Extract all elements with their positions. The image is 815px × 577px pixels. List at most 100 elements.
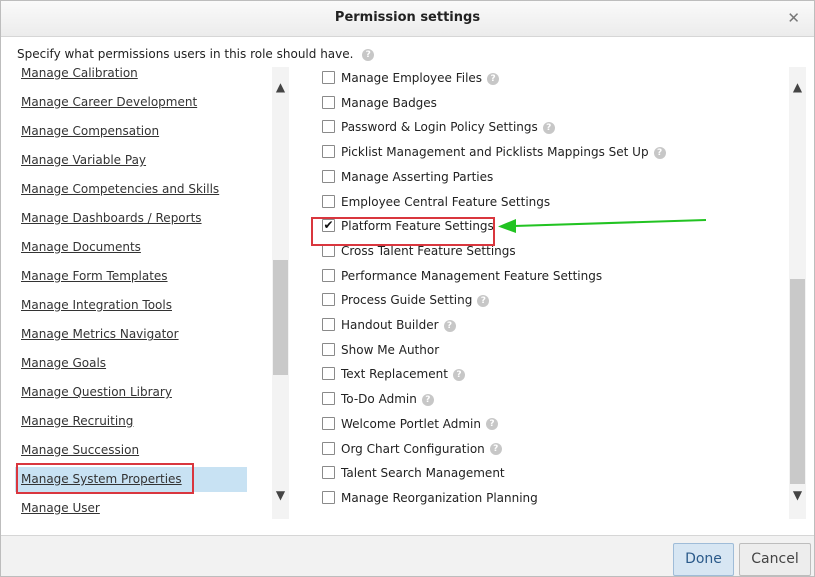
category-item[interactable]: Manage Form Templates [15, 264, 247, 289]
arrow-shaft [513, 219, 707, 227]
category-item-label[interactable]: Manage Succession [21, 443, 139, 457]
permission-row: Org Chart Configuration? [315, 438, 785, 460]
category-item[interactable]: Manage Recruiting [15, 409, 247, 434]
permission-label: Manage Reorganization Planning [341, 490, 538, 505]
category-item-label[interactable]: Manage Compensation [21, 124, 159, 138]
category-item[interactable]: Manage User [15, 496, 247, 519]
cancel-button[interactable]: Cancel [739, 543, 811, 576]
category-item-label[interactable]: Manage Form Templates [21, 269, 168, 283]
category-item-label[interactable]: Manage Dashboards / Reports [21, 211, 202, 225]
permission-label: Show Me Author [341, 342, 440, 357]
scroll-up-icon[interactable]: ▲ [272, 79, 289, 96]
permission-checkbox[interactable]: ✔ [322, 219, 335, 233]
help-icon[interactable]: ? [487, 72, 500, 85]
category-item[interactable]: Manage Variable Pay [15, 148, 247, 173]
category-item-label[interactable]: Manage Question Library [21, 385, 172, 399]
green-arrow-icon [498, 219, 707, 233]
permission-scrollbar[interactable]: ▲ ▼ [789, 67, 806, 519]
help-icon[interactable]: ? [477, 294, 490, 307]
permission-checkbox[interactable] [322, 243, 335, 257]
permission-label: Org Chart Configuration [341, 441, 485, 456]
permission-checkbox[interactable] [322, 95, 335, 109]
permission-label: Performance Management Feature Settings [341, 268, 603, 283]
category-item[interactable]: Manage Goals [15, 351, 247, 376]
permission-checkbox[interactable] [322, 466, 335, 480]
permission-text: Handout Builder? [341, 314, 456, 336]
category-item-label[interactable]: Manage Calibration [21, 66, 138, 80]
permission-scroll-thumb[interactable] [790, 279, 805, 484]
help-icon[interactable]: ? [452, 368, 465, 381]
help-icon[interactable]: ? [653, 146, 666, 159]
category-item-label[interactable]: Manage Competencies and Skills [21, 182, 219, 196]
permission-text: To-Do Admin? [341, 388, 434, 410]
permission-row: Handout Builder? [315, 314, 785, 336]
category-item-label[interactable]: Manage User [21, 501, 100, 515]
help-icon[interactable]: ? [489, 443, 502, 455]
category-item-label[interactable]: Manage Metrics Navigator [21, 327, 179, 341]
permission-text: Manage Asserting Parties [341, 166, 493, 188]
scroll-down-icon[interactable]: ▼ [272, 487, 289, 504]
permission-checkbox[interactable] [322, 145, 335, 159]
permission-text: Manage Reorganization Planning [341, 487, 538, 509]
scroll-up-icon[interactable]: ▲ [789, 79, 806, 96]
permission-label: Manage Asserting Parties [341, 169, 494, 184]
permission-checkbox[interactable] [322, 318, 335, 331]
category-item[interactable]: Manage Calibration [15, 61, 247, 86]
category-item-label[interactable]: Manage Recruiting [21, 414, 133, 428]
permission-row: Picklist Management and Picklists Mappin… [315, 141, 785, 163]
help-icon[interactable]: ? [421, 393, 434, 406]
category-item[interactable]: Manage Succession [15, 438, 247, 463]
category-scroll-thumb[interactable] [273, 260, 288, 375]
category-item-label[interactable]: Manage System Properties [21, 472, 182, 486]
permission-row: Text Replacement? [315, 363, 785, 385]
permission-checkbox[interactable] [322, 120, 335, 134]
permission-row: Password & Login Policy Settings? [315, 116, 785, 138]
help-icon[interactable]: ? [362, 48, 375, 61]
permission-checkbox[interactable] [322, 441, 335, 455]
scroll-down-icon[interactable]: ▼ [789, 487, 806, 504]
permission-text: Picklist Management and Picklists Mappin… [341, 141, 666, 163]
permission-checkbox[interactable] [322, 268, 335, 282]
category-item[interactable]: Manage Competencies and Skills [15, 177, 247, 202]
permission-checkbox[interactable] [322, 342, 335, 356]
permission-label: Password & Login Policy Settings [341, 120, 538, 135]
permission-row: Manage Badges [315, 92, 785, 114]
permission-label: Employee Central Feature Settings [341, 194, 551, 209]
done-button[interactable]: Done [673, 543, 734, 576]
permission-row: Show Me Author [315, 339, 785, 361]
category-item[interactable]: Manage Question Library [15, 380, 247, 405]
help-icon[interactable]: ? [443, 319, 456, 332]
permission-text: Manage Badges [341, 92, 437, 114]
category-item-label[interactable]: Manage Career Development [21, 95, 197, 109]
permission-label: Text Replacement [341, 367, 448, 382]
permission-checkbox[interactable] [322, 194, 335, 208]
permission-checkbox[interactable] [322, 490, 335, 504]
category-scrollbar[interactable]: ▲ ▼ [272, 67, 289, 519]
category-item[interactable]: Manage Integration Tools [15, 293, 247, 318]
category-item[interactable]: Manage Compensation [15, 119, 247, 144]
permission-text: Platform Feature Settings [341, 215, 494, 237]
dialog-title: Permission settings [334, 10, 481, 25]
permission-row: Process Guide Setting? [315, 289, 785, 311]
category-item-label[interactable]: Manage Integration Tools [21, 298, 172, 312]
category-item[interactable]: Manage System Properties [15, 467, 247, 492]
category-item[interactable]: Manage Career Development [15, 90, 247, 115]
permission-checkbox[interactable] [322, 416, 335, 430]
permission-checkbox[interactable] [322, 71, 335, 84]
category-item[interactable]: Manage Dashboards / Reports [15, 206, 247, 231]
close-icon[interactable]: ✕ [787, 9, 800, 27]
permission-checkbox[interactable] [322, 293, 335, 307]
permission-label: To-Do Admin [341, 392, 417, 407]
category-item-label[interactable]: Manage Documents [21, 240, 141, 254]
category-item[interactable]: Manage Documents [15, 235, 247, 260]
category-item-label[interactable]: Manage Variable Pay [21, 153, 146, 167]
permission-checkbox[interactable] [322, 392, 335, 406]
permission-row: Employee Central Feature Settings [315, 191, 785, 213]
permission-checkbox[interactable] [322, 367, 335, 381]
help-icon[interactable]: ? [485, 418, 498, 431]
category-item-label[interactable]: Manage Goals [21, 356, 106, 370]
permission-checkbox[interactable] [322, 169, 335, 183]
title-bar: Permission settings ✕ [1, 1, 814, 37]
category-item[interactable]: Manage Metrics Navigator [15, 322, 247, 347]
help-icon[interactable]: ? [542, 121, 555, 134]
